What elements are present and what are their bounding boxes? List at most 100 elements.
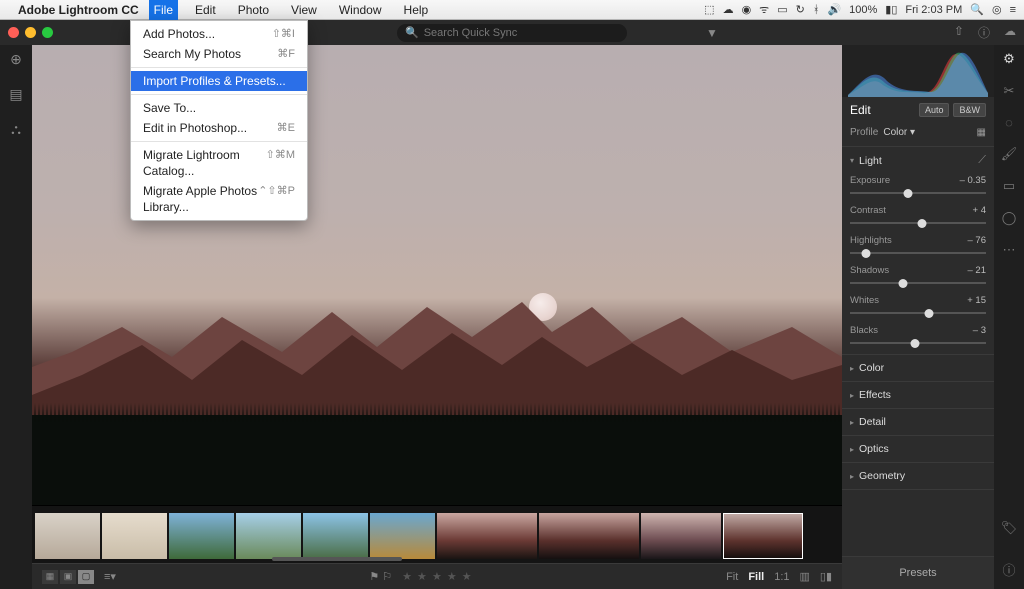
brush-icon[interactable]: 🖌 [1001,146,1018,162]
wifi-icon[interactable]: ᯤ [759,2,769,17]
info-icon[interactable]: ⓘ [978,24,990,41]
view-mode-segmented[interactable]: ▦ ▣ ▢ [42,570,94,584]
view-detail-icon[interactable]: ▢ [78,570,94,584]
battery-icon[interactable]: ▮▯ [885,3,897,16]
library-icon[interactable]: ▤ [9,86,22,103]
zoom-grid-icon[interactable]: ▥ [800,570,810,583]
slider-shadows[interactable]: Shadows– 21 [842,264,994,294]
presets-button[interactable]: Presets [842,556,994,589]
view-photogrid-icon[interactable]: ▦ [42,570,58,584]
tag-icon[interactable]: 🏷 [1001,520,1018,536]
battery-percent[interactable]: 100% [849,4,877,16]
display-icon[interactable]: ▭ [777,3,787,16]
filmstrip-thumb[interactable] [236,513,301,559]
slider-blacks[interactable]: Blacks– 3 [842,324,994,354]
add-photos-icon[interactable]: ⊕ [10,51,22,68]
filmstrip-thumb[interactable] [723,513,803,559]
file-menu-item[interactable]: Migrate Lightroom Catalog...⇧⌘M [131,145,307,181]
menu-view[interactable]: View [286,0,322,20]
people-icon[interactable]: ⛬ [11,121,21,138]
filmstrip-thumb[interactable] [102,513,167,559]
radial-gradient-icon[interactable]: ◯ [1002,210,1017,226]
clock[interactable]: Fri 2:03 PM [905,4,962,16]
filmstrip-thumb[interactable] [35,513,100,559]
rating-stars[interactable]: ★ ★ ★ ★ ★ [402,570,473,583]
zoom-fill[interactable]: Fill [748,571,764,583]
spotlight-icon[interactable]: 🔍 [970,3,984,16]
dropbox-icon[interactable]: ⬚ [704,3,714,16]
sort-icon[interactable]: ≡▾ [104,570,116,583]
file-menu-item[interactable]: Migrate Apple Photos Library...⌃⇧⌘P [131,181,307,217]
slider-track[interactable] [850,278,986,288]
slider-highlights[interactable]: Highlights– 76 [842,234,994,264]
zoom-fit[interactable]: Fit [726,571,738,583]
profile-value[interactable]: Color ▾ [883,127,915,138]
filter-icon[interactable]: ▼ [706,26,718,40]
filmstrip-thumb[interactable] [641,513,721,559]
slider-knob[interactable] [918,219,927,228]
file-menu-item[interactable]: Import Profiles & Presets... [131,71,307,91]
filmstrip-thumb[interactable] [303,513,368,559]
slider-knob[interactable] [899,279,908,288]
histogram[interactable] [842,45,994,97]
file-menu-item[interactable]: Save To... [131,98,307,118]
window-close-button[interactable] [8,27,19,38]
view-squaregrid-icon[interactable]: ▣ [60,570,76,584]
filmstrip-thumb[interactable] [437,513,537,559]
volume-icon[interactable]: 🔊 [827,3,841,16]
slider-track[interactable] [850,188,986,198]
slider-knob[interactable] [904,189,913,198]
flag-controls[interactable]: ⚑ ⚐ [369,570,392,583]
cloud-icon[interactable]: ☁ [723,3,734,16]
sync-icon[interactable]: ◉ [742,3,752,16]
file-menu-item[interactable]: Edit in Photoshop...⌘E [131,118,307,138]
filmstrip-thumb[interactable] [539,513,639,559]
auto-button[interactable]: Auto [919,103,950,117]
crop-icon[interactable]: ✂ [1004,83,1015,99]
menu-help[interactable]: Help [399,0,434,20]
section-light-header[interactable]: ▾ Light ⟋ [842,147,994,174]
filmstrip[interactable] [32,505,842,563]
section-effects-header[interactable]: ▸Effects [842,382,994,408]
search-input[interactable]: 🔍 Search Quick Sync [397,24,627,42]
filmstrip-thumb[interactable] [169,513,234,559]
bw-button[interactable]: B&W [953,103,986,117]
bluetooth-icon[interactable]: ᚼ [813,4,820,16]
section-detail-header[interactable]: ▸Detail [842,409,994,435]
slider-contrast[interactable]: Contrast+ 4 [842,204,994,234]
zoom-1to1[interactable]: 1:1 [774,571,789,583]
slider-track[interactable] [850,218,986,228]
edit-sliders-icon[interactable]: ⚙ [1003,51,1015,67]
slider-exposure[interactable]: Exposure– 0.35 [842,174,994,204]
slider-knob[interactable] [924,309,933,318]
menu-photo[interactable]: Photo [233,0,274,20]
panel-toggle-icon[interactable]: ▯▮ [820,570,832,583]
section-optics-header[interactable]: ▸Optics [842,436,994,462]
section-color-header[interactable]: ▸Color [842,355,994,381]
slider-track[interactable] [850,248,986,258]
filmstrip-scrollbar[interactable] [272,557,402,561]
cloud-sync-icon[interactable]: ☁ [1004,24,1016,41]
window-zoom-button[interactable] [42,27,53,38]
filmstrip-thumb[interactable] [370,513,435,559]
help-icon[interactable]: ⓘ [1002,560,1015,579]
file-menu-item[interactable]: Search My Photos⌘F [131,44,307,64]
menu-edit[interactable]: Edit [190,0,221,20]
slider-whites[interactable]: Whites+ 15 [842,294,994,324]
slider-knob[interactable] [911,339,920,348]
siri-icon[interactable]: ◎ [992,3,1002,16]
heal-icon[interactable]: ◌ [1005,115,1013,130]
slider-track[interactable] [850,308,986,318]
linear-gradient-icon[interactable]: ▭ [1003,178,1015,194]
notification-center-icon[interactable]: ≡ [1010,4,1016,16]
file-menu-item[interactable]: Add Photos...⇧⌘I [131,24,307,44]
slider-track[interactable] [850,338,986,348]
section-geometry-header[interactable]: ▸Geometry [842,463,994,489]
profile-browser-icon[interactable]: ▦ [977,127,986,138]
timemachine-icon[interactable]: ↻ [796,3,805,16]
tone-curve-icon[interactable]: ⟋ [978,154,986,167]
profile-row[interactable]: Profile Color ▾ ▦ [842,123,994,147]
share-icon[interactable]: ⇧ [954,24,964,41]
more-icon[interactable]: ⋯ [1003,242,1016,258]
window-minimize-button[interactable] [25,27,36,38]
